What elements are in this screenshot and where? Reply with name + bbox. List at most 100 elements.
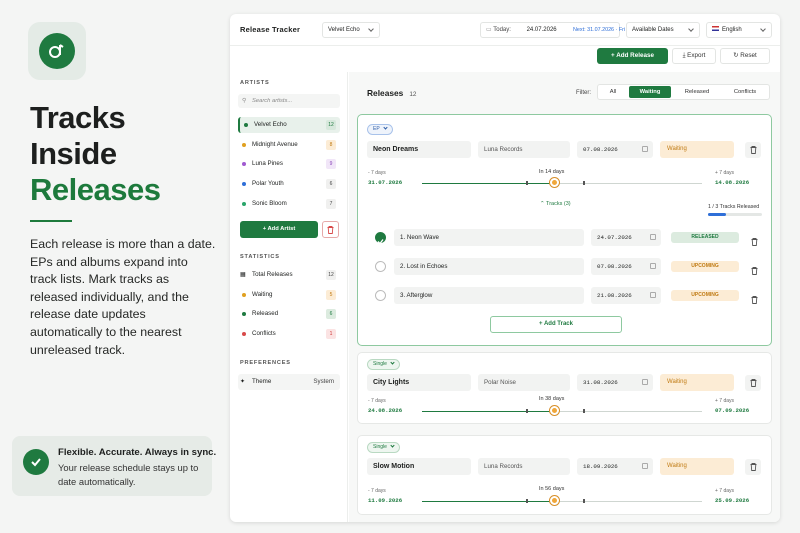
delete-release-button[interactable] — [745, 459, 761, 475]
timeline-start-date: 24.08.2026 — [368, 407, 403, 414]
promo-panel: Tracks Inside Releases Each release is m… — [0, 0, 226, 533]
calendar-icon — [650, 292, 656, 298]
dates-select[interactable]: Available Dates — [626, 22, 700, 38]
check-icon — [377, 239, 384, 245]
delete-artist-button[interactable] — [322, 221, 339, 238]
trash-icon[interactable] — [751, 291, 758, 309]
sidebar-item-sonic-bloom[interactable]: Sonic Bloom 7 — [238, 196, 340, 212]
release-card: EP Neon Dreams Luna Records 07.08.2026 W… — [357, 114, 772, 346]
stat-released: Released 6 — [238, 306, 340, 322]
theme-setting[interactable]: ✦ Theme System — [238, 374, 340, 390]
calendar-icon — [642, 146, 648, 152]
calendar-icon — [650, 263, 656, 269]
add-release-button[interactable]: + Add Release — [597, 48, 668, 64]
timeline-tick — [583, 409, 585, 413]
calendar-icon: ▦ — [240, 272, 246, 278]
track-date-field[interactable]: 24.07.2026 — [591, 229, 661, 246]
divider — [30, 220, 72, 222]
sidebar-item-velvet-echo[interactable]: Velvet Echo 12 — [238, 117, 340, 133]
reset-button[interactable]: ↻ Reset — [720, 48, 770, 64]
top-bar: Release Tracker Velvet Echo ▭ Today: 24.… — [230, 14, 780, 46]
timeline-end-date: 07.09.2026 — [715, 407, 750, 414]
tab-conflicts[interactable]: Conflicts — [723, 86, 767, 98]
add-track-button[interactable]: + Add Track — [490, 316, 622, 333]
track-status-badge: RELEASED — [671, 232, 739, 243]
timeline-tick — [526, 409, 528, 413]
timeline-start-date: 31.07.2026 — [368, 179, 403, 186]
release-type-select[interactable]: Single — [367, 442, 400, 453]
artist-select[interactable]: Velvet Echo — [322, 22, 380, 38]
release-card: Single Slow Motion Luna Records 18.09.20… — [357, 435, 772, 515]
track-released-checkbox[interactable] — [375, 232, 386, 245]
theme-icon: ✦ — [240, 379, 246, 385]
timeline-start-label: - 7 days — [368, 488, 386, 494]
release-card: Single City Lights Polar Noise 31.08.202… — [357, 352, 772, 424]
release-date-field[interactable]: 18.09.2026 — [577, 458, 653, 475]
brand-title: Release Tracker — [240, 25, 301, 34]
release-label-field[interactable]: Luna Records — [478, 458, 570, 475]
stat-waiting: Waiting 5 — [238, 287, 340, 303]
timeline-fill — [422, 183, 555, 184]
release-title-field[interactable]: Neon Dreams — [367, 141, 471, 158]
stat-total-releases: ▦ Total Releases 12 — [238, 267, 340, 283]
stat-conflicts: Conflicts 1 — [238, 326, 340, 342]
flag-icon — [712, 26, 719, 31]
filter-label: Filter: — [576, 90, 591, 96]
track-released-checkbox[interactable] — [375, 290, 386, 301]
release-date-field[interactable]: 31.08.2026 — [577, 374, 653, 391]
export-button[interactable]: ⤓ Export — [672, 48, 716, 64]
timeline-end-label: + 7 days — [715, 170, 735, 176]
days-until-label: In 56 days — [539, 486, 565, 492]
delete-release-button[interactable] — [745, 142, 761, 158]
release-type-select[interactable]: Single — [367, 359, 400, 370]
timeline-handle[interactable] — [550, 496, 559, 505]
sidebar: ARTISTS ⚲ Search artists... Velvet Echo 1… — [230, 72, 348, 522]
release-label-field[interactable]: Polar Noise — [478, 374, 570, 391]
tracks-progress-label: 1 / 3 Tracks Released — [708, 204, 760, 210]
search-input[interactable]: ⚲ Search artists... — [238, 94, 340, 108]
calendar-icon — [642, 379, 648, 385]
delete-release-button[interactable] — [745, 375, 761, 391]
release-label-field[interactable]: Luna Records — [478, 141, 570, 158]
main-content: Releases 12 Filter: All Waiting Released … — [349, 72, 780, 522]
track-released-checkbox[interactable] — [375, 261, 386, 272]
tab-all[interactable]: All — [600, 86, 626, 98]
timeline-start-label: - 7 days — [368, 398, 386, 404]
trash-icon — [750, 379, 756, 387]
timeline-tick — [583, 499, 585, 503]
release-title-field[interactable]: Slow Motion — [367, 458, 471, 475]
tracks-toggle[interactable]: ⌃ Tracks (3) — [540, 201, 571, 207]
timeline-fill — [422, 411, 555, 412]
track-title-field[interactable]: 1. Neon Wave — [394, 229, 584, 246]
trash-icon[interactable] — [751, 233, 758, 251]
trash-icon — [327, 225, 334, 234]
sidebar-item-midnight-avenue[interactable]: Midnight Avenue 8 — [238, 137, 340, 153]
timeline-tick — [526, 499, 528, 503]
timeline-end-label: + 7 days — [715, 398, 735, 404]
release-type-select[interactable]: EP — [367, 124, 393, 135]
tab-waiting[interactable]: Waiting — [629, 86, 671, 98]
track-date-field[interactable]: 21.08.2026 — [591, 287, 661, 304]
tab-released[interactable]: Released — [675, 86, 719, 98]
export-icon: ⤓ — [682, 52, 686, 59]
track-title-field[interactable]: 2. Lost in Echoes — [394, 258, 584, 275]
timeline-fill — [422, 501, 555, 502]
language-select[interactable]: English — [706, 22, 772, 38]
timeline-handle[interactable] — [550, 178, 559, 187]
trash-icon[interactable] — [751, 262, 758, 280]
callout-title: Flexible. Accurate. Always in sync. — [58, 447, 217, 458]
promo-callout: Flexible. Accurate. Always in sync. Your… — [12, 436, 216, 496]
track-title-field[interactable]: 3. Afterglow — [394, 287, 584, 304]
tracks-progress-bar — [708, 213, 762, 216]
track-date-field[interactable]: 07.08.2026 — [591, 258, 661, 275]
timeline-handle[interactable] — [550, 406, 559, 415]
add-artist-button[interactable]: + Add Artist — [240, 221, 318, 238]
release-title-field[interactable]: City Lights — [367, 374, 471, 391]
sidebar-item-luna-pines[interactable]: Luna Pines 9 — [238, 156, 340, 172]
timeline-end-date: 14.08.2026 — [715, 179, 750, 186]
sidebar-item-polar-youth[interactable]: Polar Youth 6 — [238, 176, 340, 192]
release-date-field[interactable]: 07.08.2026 — [577, 141, 653, 158]
timeline-start-label: - 7 days — [368, 170, 386, 176]
timeline-end-date: 25.09.2026 — [715, 497, 750, 504]
page-title: Releases 12 — [367, 88, 417, 98]
